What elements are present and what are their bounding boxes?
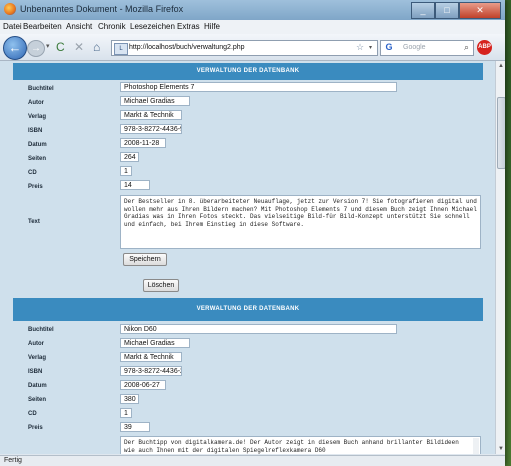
scroll-up-icon[interactable]: ▲ bbox=[496, 61, 505, 71]
label-seiten-2: Seiten bbox=[28, 397, 47, 403]
label-buchtitel: Buchtitel bbox=[28, 86, 54, 92]
menu-ansicht[interactable]: Ansicht bbox=[66, 22, 92, 31]
isbn-field[interactable]: 978-3-8272-4436-9 bbox=[120, 124, 182, 134]
google-icon[interactable]: G bbox=[383, 42, 395, 53]
bookmark-star-icon[interactable]: ☆ bbox=[356, 42, 364, 53]
preis-field-2[interactable]: 39 bbox=[120, 422, 150, 432]
text-area-2-content: Der Buchtipp von digitalkamera.de! Der A… bbox=[124, 439, 459, 454]
window-title: Unbenanntes Dokument - Mozilla Firefox bbox=[20, 4, 184, 14]
label-autor-2: Autor bbox=[28, 341, 44, 347]
url-dropdown-icon[interactable]: ▾ bbox=[369, 44, 372, 51]
reload-button[interactable]: C bbox=[56, 40, 65, 54]
cd-field-2[interactable]: 1 bbox=[120, 408, 132, 418]
label-cd-2: CD bbox=[28, 411, 37, 417]
title-bar[interactable]: Unbenanntes Dokument - Mozilla Firefox _… bbox=[0, 0, 505, 20]
datum-field-2[interactable]: 2008-06-27 bbox=[120, 380, 166, 390]
buchtitel-field-2[interactable]: Nikon D60 bbox=[120, 324, 397, 334]
label-preis: Preis bbox=[28, 184, 43, 190]
save-button[interactable]: Speichern bbox=[123, 253, 167, 266]
menu-bearbeiten[interactable]: Bearbeiten bbox=[23, 22, 62, 31]
search-icon[interactable]: ⌕ bbox=[464, 42, 469, 53]
history-dropdown-icon[interactable]: ▾ bbox=[46, 42, 50, 50]
menu-lesezeichen[interactable]: Lesezeichen bbox=[130, 22, 175, 31]
maximize-button[interactable]: □ bbox=[435, 2, 459, 19]
preis-field[interactable]: 14 bbox=[120, 180, 150, 190]
label-datum: Datum bbox=[28, 142, 47, 148]
label-seiten: Seiten bbox=[28, 156, 47, 162]
text-area-2[interactable]: Der Buchtipp von digitalkamera.de! Der A… bbox=[120, 436, 481, 454]
delete-button[interactable]: Löschen bbox=[143, 279, 179, 292]
scroll-thumb[interactable] bbox=[497, 97, 505, 169]
label-autor: Autor bbox=[28, 100, 44, 106]
back-button[interactable]: ← bbox=[3, 36, 27, 60]
autor-field[interactable]: Michael Gradias bbox=[120, 96, 190, 106]
label-cd: CD bbox=[28, 170, 37, 176]
section-header-2: VERWALTUNG DER DATENBANK bbox=[13, 298, 483, 321]
label-verlag-2: Verlag bbox=[28, 355, 47, 361]
datum-field[interactable]: 2008-11-28 bbox=[120, 138, 166, 148]
window-controls: _ □ ✕ bbox=[411, 2, 501, 19]
label-datum-2: Datum bbox=[28, 383, 47, 389]
status-bar: Fertig bbox=[0, 455, 505, 466]
menu-extras[interactable]: Extras bbox=[177, 22, 200, 31]
search-box[interactable]: G Google ⌕ bbox=[380, 40, 474, 56]
status-text: Fertig bbox=[4, 457, 22, 464]
stop-button[interactable]: ✕ bbox=[74, 40, 84, 54]
search-input[interactable]: Google bbox=[403, 44, 426, 51]
menu-chronik[interactable]: Chronik bbox=[98, 22, 126, 31]
firefox-icon bbox=[4, 3, 16, 15]
close-button[interactable]: ✕ bbox=[459, 2, 501, 19]
page-scrollbar[interactable]: ▲ ▼ bbox=[495, 61, 505, 454]
isbn-field-2[interactable]: 978-3-8272-4436-2 bbox=[120, 366, 182, 376]
forward-button[interactable]: → bbox=[27, 40, 45, 57]
adblock-icon[interactable]: ABP bbox=[477, 40, 492, 55]
label-text: Text bbox=[28, 219, 40, 225]
browser-window: Unbenanntes Dokument - Mozilla Firefox _… bbox=[0, 0, 505, 466]
label-preis-2: Preis bbox=[28, 425, 43, 431]
seiten-field-2[interactable]: 380 bbox=[120, 394, 139, 404]
verlag-field[interactable]: Markt & Technik bbox=[120, 110, 182, 120]
site-favicon-icon: L bbox=[114, 43, 128, 55]
page-content: VERWALTUNG DER DATENBANK Buchtitel Photo… bbox=[0, 61, 495, 454]
text-area[interactable]: Der Bestseller in 8. überarbeiteter Neua… bbox=[120, 195, 481, 249]
menu-datei[interactable]: Datei bbox=[3, 22, 22, 31]
menu-hilfe[interactable]: Hilfe bbox=[204, 22, 220, 31]
menu-bar: Datei Bearbeiten Ansicht Chronik Lesezei… bbox=[0, 20, 505, 34]
label-isbn: ISBN bbox=[28, 128, 43, 134]
address-bar[interactable]: L http://localhost/buch/verwaltung2.php … bbox=[111, 40, 378, 56]
label-buchtitel-2: Buchtitel bbox=[28, 327, 54, 333]
minimize-button[interactable]: _ bbox=[411, 2, 435, 19]
buchtitel-field[interactable]: Photoshop Elements 7 bbox=[120, 82, 397, 92]
cd-field[interactable]: 1 bbox=[120, 166, 132, 176]
home-button[interactable]: ⌂ bbox=[93, 40, 100, 54]
autor-field-2[interactable]: Michael Gradias bbox=[120, 338, 190, 348]
scroll-down-icon[interactable]: ▼ bbox=[496, 444, 505, 454]
label-verlag: Verlag bbox=[28, 114, 47, 120]
label-isbn-2: ISBN bbox=[28, 369, 43, 375]
seiten-field[interactable]: 264 bbox=[120, 152, 139, 162]
navigation-toolbar: ← → ▾ C ✕ ⌂ L http://localhost/buch/verw… bbox=[0, 34, 505, 61]
text-area-scrollbar[interactable] bbox=[473, 438, 479, 454]
section-header: VERWALTUNG DER DATENBANK bbox=[13, 63, 483, 80]
url-text[interactable]: http://localhost/buch/verwaltung2.php bbox=[129, 44, 245, 51]
verlag-field-2[interactable]: Markt & Technik bbox=[120, 352, 182, 362]
